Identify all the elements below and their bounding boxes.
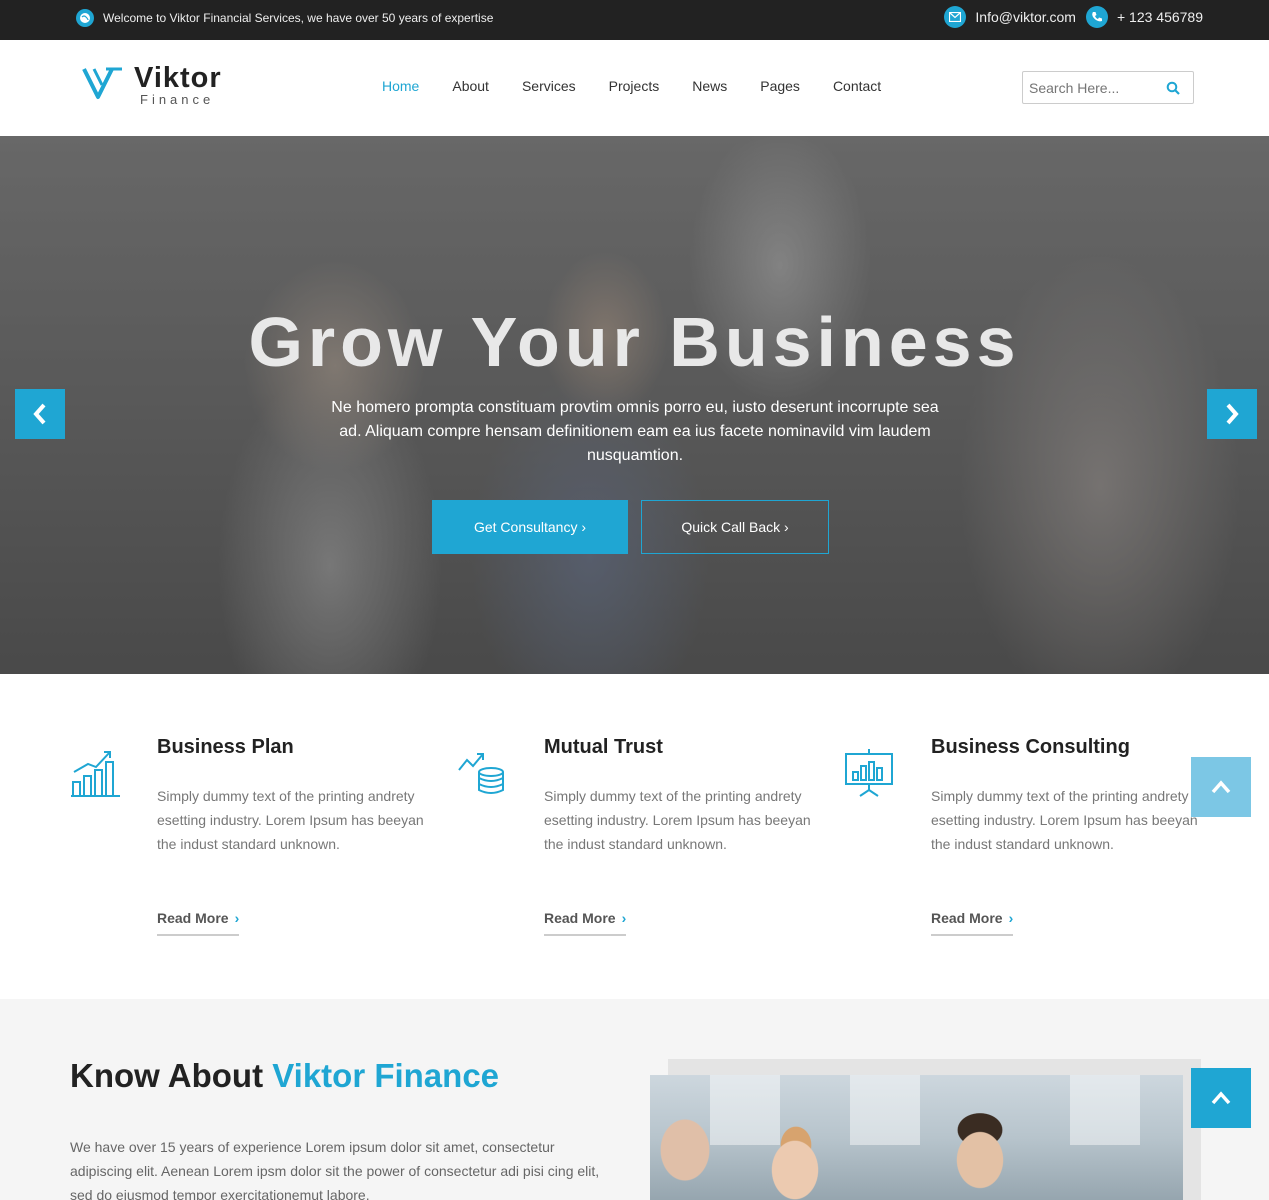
search-box — [1022, 71, 1194, 104]
nav-pages[interactable]: Pages — [760, 78, 800, 94]
read-more-link[interactable]: Read More › — [931, 910, 1014, 936]
about-title-accent: Viktor Finance — [272, 1057, 500, 1094]
quick-call-back-button[interactable]: Quick Call Back › — [641, 500, 829, 554]
feature-title: Business Consulting — [931, 736, 1130, 758]
chevron-right-icon: › — [621, 910, 627, 926]
chevron-right-icon: › — [1008, 910, 1014, 926]
search-input[interactable] — [1023, 79, 1163, 96]
nav-about[interactable]: About — [452, 78, 489, 94]
feature-title: Business Plan — [157, 736, 294, 758]
welcome-text: Welcome to Viktor Financial Services, we… — [103, 11, 494, 25]
nav-projects[interactable]: Projects — [609, 78, 660, 94]
feature-text: Simply dummy text of the printing andret… — [157, 788, 424, 852]
nav-contact[interactable]: Contact — [833, 78, 881, 94]
scroll-up-button[interactable] — [1191, 757, 1251, 817]
chevron-up-icon — [1211, 780, 1231, 794]
feature-text: Simply dummy text of the printing andret… — [544, 788, 811, 852]
chevron-up-icon — [1211, 1091, 1231, 1105]
photo-window — [710, 1075, 780, 1145]
hero-title: Grow Your Business — [248, 303, 1021, 381]
about-section: Know About Viktor Finance We have over 1… — [0, 999, 1269, 1200]
photo-window — [1070, 1075, 1140, 1145]
email-link[interactable]: Info@viktor.com — [975, 9, 1076, 25]
hero-description: Ne homero prompta constituam provtim omn… — [331, 399, 939, 464]
read-more-label: Read More — [931, 910, 1003, 926]
site-header: Viktor Finance Home About Services Proje… — [0, 40, 1269, 136]
about-text: We have over 15 years of experience Lore… — [70, 1139, 600, 1200]
back-to-top-button[interactable] — [1191, 1068, 1251, 1128]
hero-slider: Grow Your Business Ne homero prompta con… — [0, 136, 1269, 674]
envelope-icon — [944, 6, 967, 28]
about-team-photo — [650, 1075, 1183, 1200]
contact-info: Info@viktor.com + 123 456789 — [944, 6, 1203, 28]
get-consultancy-button[interactable]: Get Consultancy › — [432, 500, 628, 554]
logo-mark-icon — [82, 67, 122, 99]
chevron-left-icon — [33, 403, 46, 425]
presentation-board-icon — [845, 749, 893, 797]
feature-text: Simply dummy text of the printing andret… — [931, 788, 1198, 852]
about-title-plain: Know About — [70, 1057, 273, 1094]
nav-home[interactable]: Home — [382, 78, 419, 94]
site-logo[interactable]: Viktor Finance — [82, 63, 222, 107]
read-more-link[interactable]: Read More › — [157, 910, 240, 936]
nav-services[interactable]: Services — [522, 78, 576, 94]
features-section: Business Plan Simply dummy text of the p… — [0, 674, 1269, 999]
main-nav: Home About Services Projects News Pages … — [382, 78, 914, 94]
photo-window — [850, 1075, 920, 1145]
nav-news[interactable]: News — [692, 78, 727, 94]
welcome-message: Welcome to Viktor Financial Services, we… — [76, 9, 493, 27]
read-more-label: Read More — [157, 910, 229, 926]
logo-subtitle: Finance — [140, 92, 215, 107]
read-more-label: Read More — [544, 910, 616, 926]
phone-icon — [1085, 6, 1108, 28]
coins-growth-icon — [458, 753, 504, 794]
read-more-link[interactable]: Read More › — [544, 910, 627, 936]
slider-next-button[interactable] — [1207, 389, 1257, 439]
slider-prev-button[interactable] — [15, 389, 65, 439]
search-icon[interactable] — [1163, 78, 1183, 98]
phone-number[interactable]: + 123 456789 — [1117, 9, 1203, 25]
globe-icon — [76, 9, 94, 27]
chevron-right-icon: › — [234, 910, 240, 926]
logo-name: Viktor — [134, 62, 222, 94]
feature-title: Mutual Trust — [544, 736, 663, 758]
top-bar: Welcome to Viktor Financial Services, we… — [0, 0, 1269, 40]
chevron-right-icon — [1226, 403, 1239, 425]
growth-chart-icon — [71, 751, 120, 797]
about-title: Know About Viktor Finance — [70, 1057, 499, 1095]
